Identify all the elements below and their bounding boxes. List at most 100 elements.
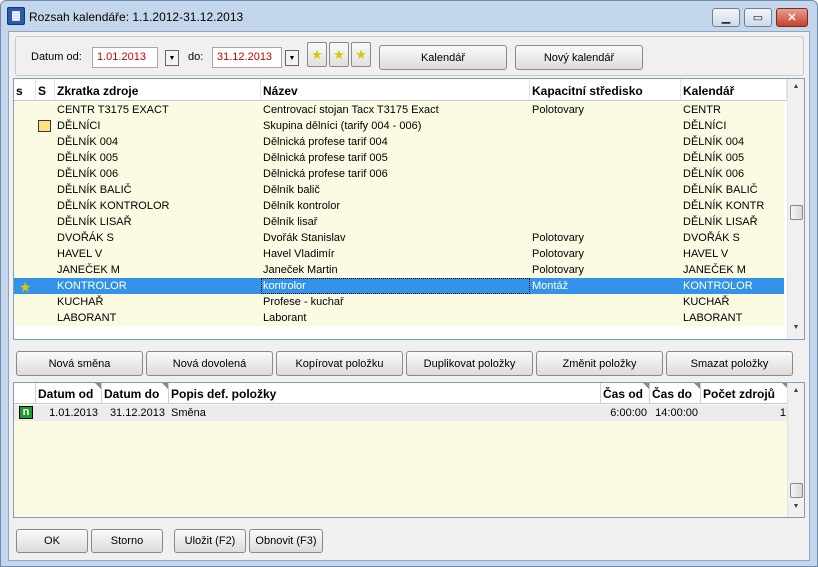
resource-row[interactable]: DVOŘÁK S Dvořák Stanislav Polotovary DVOŘÁK…: [14, 230, 784, 246]
resources-header: s S Zkratka zdroje Název Kapacitní střed…: [14, 79, 787, 101]
resource-center: [530, 310, 681, 326]
filter-panel: Datum od: 1.01.2013 ▼ do: 31.12.2013 ▼ ★…: [15, 36, 804, 76]
resource-row[interactable]: DĚLNÍK 006 Dělnická profese tarif 006 DĚLN…: [14, 166, 784, 182]
resource-center: [530, 182, 681, 198]
resource-center: [530, 118, 681, 134]
resource-code: HAVEL V: [57, 248, 103, 260]
resource-center: [530, 214, 681, 230]
new-calendar-button[interactable]: Nový kalendář: [515, 45, 643, 70]
resource-row[interactable]: DĚLNÍK BALIČ Dělník balič DĚLNÍK BALIČ: [14, 182, 784, 198]
resource-row[interactable]: ★ KONTROLOR kontrolor Montáž KONTROLOR: [14, 278, 784, 294]
resource-code: CENTR T3175 EXACT: [57, 104, 169, 116]
change-items-button[interactable]: Změnit položky: [536, 351, 663, 376]
col-description[interactable]: Popis def. položky: [169, 383, 601, 404]
mark-star-icon[interactable]: ★: [307, 42, 327, 67]
col-name[interactable]: Název: [261, 79, 530, 101]
resource-code: KUCHAŘ: [57, 296, 104, 308]
resource-code: DVOŘÁK S: [57, 232, 114, 244]
row-status-cell: [36, 214, 55, 230]
resource-row[interactable]: KUCHAŘ Profese - kuchař KUCHAŘ: [14, 294, 784, 310]
date-from-dropdown-icon[interactable]: ▼: [165, 50, 179, 66]
row-status-cell: [36, 102, 55, 118]
scroll-thumb[interactable]: [790, 483, 803, 498]
row-status-cell: [36, 166, 55, 182]
col-s-upper[interactable]: S: [36, 79, 55, 101]
scroll-up-icon[interactable]: ▲: [791, 387, 801, 397]
minimize-button[interactable]: ▁: [712, 8, 740, 27]
shift-n-glyph: n: [19, 406, 33, 419]
maximize-button[interactable]: ▭: [744, 8, 772, 27]
scroll-down-icon[interactable]: ▼: [791, 503, 801, 513]
resource-calendar: DVOŘÁK S: [683, 232, 740, 244]
resource-calendar: DĚLNÍK 006: [683, 168, 745, 180]
close-button[interactable]: ✕: [776, 8, 808, 27]
col-date-from-label: Datum od: [38, 387, 94, 401]
date-from-input[interactable]: 1.01.2013: [92, 47, 158, 68]
resource-row[interactable]: DĚLNÍK 004 Dělnická profese tarif 004 DĚLN…: [14, 134, 784, 150]
resource-row[interactable]: DĚLNÍK KONTROLOR Dělník kontrolor DĚLNÍK K…: [14, 198, 784, 214]
col-calendar[interactable]: Kalendář: [681, 79, 787, 101]
definitions-scrollbar[interactable]: ▲ ▼: [787, 383, 804, 517]
scroll-thumb[interactable]: [790, 205, 803, 220]
row-status-cell: [36, 182, 55, 198]
ok-button[interactable]: OK: [16, 529, 88, 553]
cancel-button[interactable]: Storno: [91, 529, 163, 553]
resource-calendar: DĚLNÍCI: [683, 120, 727, 132]
resource-row[interactable]: DĚLNÍK LISAŘ Dělník lisař DĚLNÍK LISAŘ: [14, 214, 784, 230]
resource-row[interactable]: DĚLNÍCI Skupina dělníci (tarify 004 - 006…: [14, 118, 784, 134]
delete-items-button[interactable]: Smazat položky: [666, 351, 793, 376]
row-marker-cell: [17, 294, 35, 310]
definitions-grid[interactable]: Datum od Datum do Popis def. položky Čas…: [13, 382, 805, 518]
save-button[interactable]: Uložit (F2): [174, 529, 246, 553]
col-capacity-center[interactable]: Kapacitní středisko: [530, 79, 681, 101]
col-s-lower[interactable]: s: [14, 79, 36, 101]
row-marker-cell: [17, 166, 35, 182]
resource-name: Havel Vladimír: [263, 248, 335, 260]
resource-row[interactable]: CENTR T3175 EXACT Centrovací stojan Tacx …: [14, 102, 784, 118]
row-status-cell: [36, 262, 55, 278]
col-date-to[interactable]: Datum do: [102, 383, 169, 404]
row-status-cell: [36, 134, 55, 150]
copy-item-button[interactable]: Kopírovat položku: [276, 351, 403, 376]
row-marker-cell: [17, 230, 35, 246]
resource-row[interactable]: DĚLNÍK 005 Dělnická profese tarif 005 DĚLN…: [14, 150, 784, 166]
row-marker-cell: [17, 310, 35, 326]
new-vacation-button[interactable]: Nová dovolená: [146, 351, 273, 376]
col-date-from[interactable]: Datum od: [36, 383, 102, 404]
resources-grid[interactable]: s S Zkratka zdroje Název Kapacitní střed…: [13, 78, 805, 340]
dialog-client: Datum od: 1.01.2013 ▼ do: 31.12.2013 ▼ ★…: [8, 31, 810, 561]
definition-row[interactable]: n 1.01.2013 31.12.2013 Směna 6:00:00 14:…: [14, 405, 789, 421]
resource-center: Montáž: [532, 280, 569, 292]
date-to-label: do:: [188, 51, 204, 63]
resource-code: DĚLNÍCI: [57, 120, 101, 132]
resource-name: Dělník kontrolor: [263, 200, 341, 212]
scroll-down-icon[interactable]: ▼: [791, 324, 801, 334]
def-resource-count: 1: [779, 407, 786, 419]
resource-code: JANEČEK M: [57, 264, 120, 276]
resource-calendar: DĚLNÍK 005: [683, 152, 745, 164]
new-shift-button[interactable]: Nová směna: [16, 351, 143, 376]
resource-code: LABORANT: [57, 312, 117, 324]
resource-name: Laborant: [263, 312, 307, 324]
col-time-from[interactable]: Čas od: [601, 383, 650, 404]
def-date-to: 31.12.2013: [109, 407, 165, 419]
resources-scrollbar[interactable]: ▲ ▼: [787, 79, 804, 339]
resource-code: DĚLNÍK 005: [57, 152, 119, 164]
date-to-dropdown-icon[interactable]: ▼: [285, 50, 299, 66]
scroll-up-icon[interactable]: ▲: [791, 83, 801, 93]
calendar-button[interactable]: Kalendář: [379, 45, 507, 70]
resource-row[interactable]: HAVEL V Havel Vladimír Polotovary HAVEL V: [14, 246, 784, 262]
resource-row[interactable]: LABORANT Laborant LABORANT: [14, 310, 784, 326]
def-time-from: 6:00:00: [610, 407, 647, 419]
refresh-button[interactable]: Obnovit (F3): [249, 529, 323, 553]
col-resource-count[interactable]: Počet zdrojů: [701, 383, 789, 404]
resource-name: Dělnická profese tarif 006: [263, 168, 388, 180]
duplicate-items-button[interactable]: Duplikovat položky: [406, 351, 533, 376]
col-time-to[interactable]: Čas do: [650, 383, 701, 404]
date-to-input[interactable]: 31.12.2013: [212, 47, 282, 68]
resource-row[interactable]: JANEČEK M Janeček Martin Polotovary JANEČEK…: [14, 262, 784, 278]
resource-name: Dělník lisař: [263, 216, 318, 228]
add-star-icon[interactable]: ★: [329, 42, 349, 67]
col-resource-code[interactable]: Zkratka zdroje: [55, 79, 261, 101]
remove-star-icon[interactable]: ★: [351, 42, 371, 67]
